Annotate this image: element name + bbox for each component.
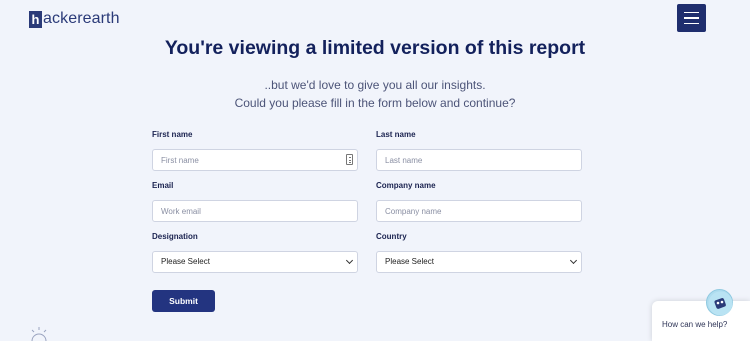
designation-group: Designation Please Select bbox=[152, 232, 358, 273]
first-name-group: First name bbox=[152, 130, 358, 171]
page-title: You're viewing a limited version of this… bbox=[164, 37, 586, 59]
chat-prompt: How can we help? bbox=[662, 320, 728, 329]
first-name-wrapper bbox=[152, 149, 358, 171]
hamburger-icon-bar bbox=[684, 11, 699, 14]
email-label: Email bbox=[152, 181, 174, 190]
company-name-label: Company name bbox=[376, 181, 436, 190]
logo-mark: h bbox=[29, 10, 42, 28]
first-name-input[interactable] bbox=[152, 149, 358, 171]
company-name-input[interactable] bbox=[376, 200, 582, 222]
designation-select[interactable]: Please Select bbox=[152, 251, 358, 273]
first-name-label: First name bbox=[152, 130, 193, 139]
subtitle-line-2: Could you please fill in the form below … bbox=[234, 96, 516, 110]
country-label: Country bbox=[376, 232, 407, 241]
last-name-label: Last name bbox=[376, 130, 416, 139]
page: h ackerearth You're viewing a limited ve… bbox=[0, 0, 750, 341]
chevron-down-icon bbox=[569, 256, 578, 265]
chevron-down-icon bbox=[345, 256, 354, 265]
menu-button[interactable] bbox=[677, 4, 706, 32]
designation-label: Designation bbox=[152, 232, 198, 241]
logo-text: ackerearth bbox=[43, 10, 120, 27]
submit-button[interactable]: Submit bbox=[152, 290, 215, 312]
designation-value: Please Select bbox=[161, 257, 210, 266]
subtitle-line-1: ..but we'd love to give you all our insi… bbox=[264, 78, 486, 92]
hamburger-icon-bar bbox=[684, 22, 699, 25]
autofill-contact-icon[interactable] bbox=[346, 154, 353, 165]
hamburger-icon-bar bbox=[684, 17, 699, 19]
country-select[interactable]: Please Select bbox=[376, 251, 582, 273]
country-group: Country Please Select bbox=[376, 232, 582, 273]
company-name-group: Company name bbox=[376, 181, 582, 222]
chat-widget[interactable]: How can we help? bbox=[652, 301, 750, 341]
chat-avatar-icon[interactable] bbox=[706, 289, 733, 316]
sun-icon bbox=[31, 327, 47, 341]
email-group: Email bbox=[152, 181, 358, 222]
hackerearth-logo[interactable]: h ackerearth bbox=[29, 10, 120, 28]
last-name-group: Last name bbox=[376, 130, 582, 171]
country-value: Please Select bbox=[385, 257, 434, 266]
last-name-input[interactable] bbox=[376, 149, 582, 171]
email-input[interactable] bbox=[152, 200, 358, 222]
